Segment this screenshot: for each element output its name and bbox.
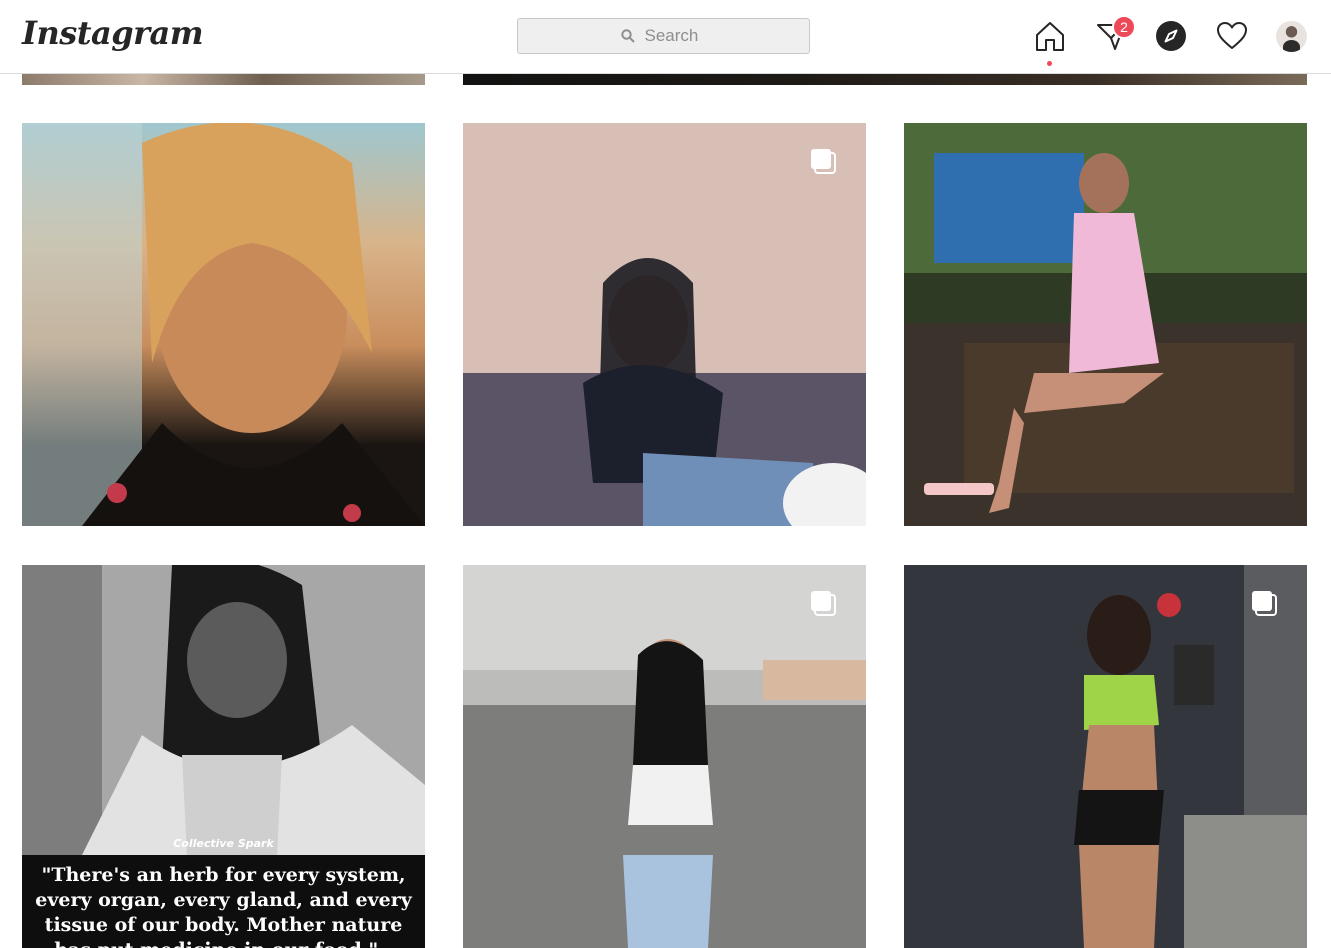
post-tile-parking[interactable] <box>463 565 866 948</box>
compass-icon <box>1156 21 1186 51</box>
heart-icon <box>1217 22 1247 49</box>
activity-button[interactable] <box>1215 19 1249 53</box>
home-active-dot <box>1047 61 1052 66</box>
notification-badge: 2 <box>1112 15 1136 39</box>
search-box[interactable] <box>517 18 810 54</box>
home-icon <box>1036 22 1064 51</box>
post-tile-pink-dress[interactable] <box>904 123 1307 526</box>
multiple-photos-icon <box>1252 591 1277 616</box>
quote-panel: "There's an herb for every system, every… <box>22 855 425 948</box>
quote-watermark: Collective Spark <box>173 837 274 850</box>
home-button[interactable] <box>1033 19 1067 53</box>
post-image <box>463 565 866 948</box>
quote-text: "There's an herb for every system, every… <box>35 864 412 948</box>
multiple-photos-icon <box>811 591 836 616</box>
post-tile-selfie[interactable] <box>22 123 425 526</box>
top-navigation-bar: Instagram 2 <box>0 0 1331 74</box>
profile-avatar[interactable] <box>1276 21 1307 52</box>
post-image <box>904 123 1307 526</box>
explore-button[interactable] <box>1154 19 1188 53</box>
search-input[interactable] <box>642 25 707 47</box>
post-tile-quote[interactable]: Collective Spark "There's an herb for ev… <box>22 565 425 948</box>
post-image <box>463 258 866 526</box>
post-image <box>904 565 1307 948</box>
search-icon <box>620 29 635 43</box>
post-image <box>22 123 425 526</box>
instagram-logo[interactable]: Instagram <box>22 14 204 52</box>
multiple-photos-icon <box>811 149 836 174</box>
post-image <box>22 565 425 855</box>
post-tile-green-top[interactable] <box>904 565 1307 948</box>
post-tile-black-top[interactable] <box>463 123 866 526</box>
